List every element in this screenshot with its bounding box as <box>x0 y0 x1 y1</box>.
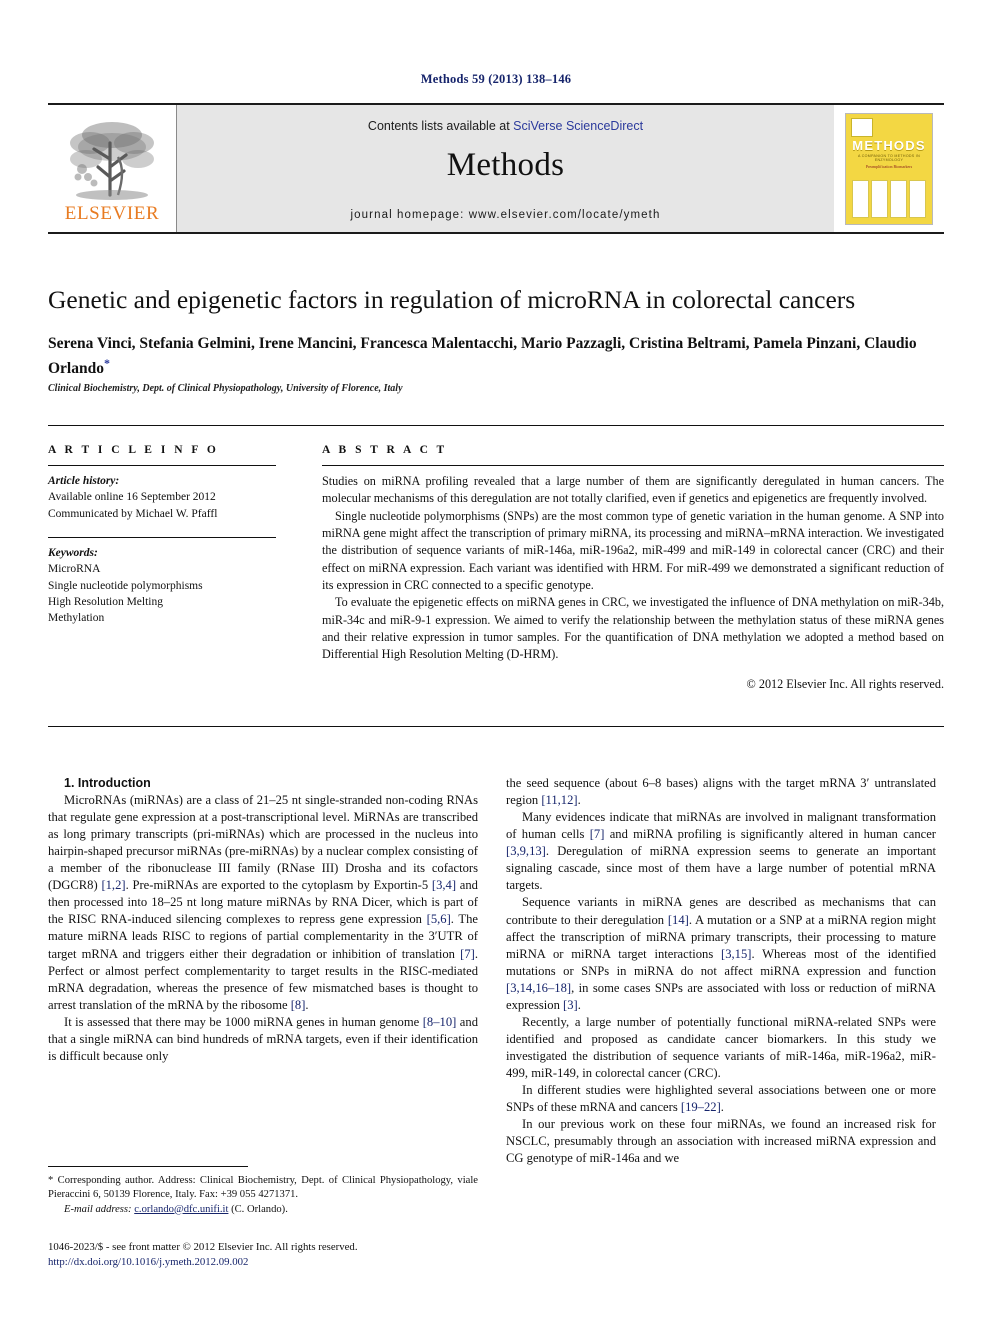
author-names: Serena Vinci, Stefania Gelmini, Irene Ma… <box>48 335 917 378</box>
body-paragraph: MicroRNAs (miRNAs) are a class of 21–25 … <box>48 792 478 1012</box>
keywords-label: Keywords: <box>48 546 98 559</box>
issn-block: 1046-2023/$ - see front matter © 2012 El… <box>48 1240 478 1270</box>
abstract-column: A B S T R A C T Studies on miRNA profili… <box>322 444 944 692</box>
article-history-line: Available online 16 September 2012 <box>48 491 216 504</box>
abstract-paragraph: Studies on miRNA profiling revealed that… <box>322 474 944 506</box>
citation-link[interactable]: [8–10] <box>423 1015 457 1029</box>
citation-link[interactable]: [3,9,13] <box>506 844 546 858</box>
journal-homepage[interactable]: journal homepage: www.elsevier.com/locat… <box>177 209 834 221</box>
footnote-divider <box>48 1166 248 1167</box>
cover-figure <box>909 179 926 218</box>
body-paragraph: Sequence variants in miRNA genes are des… <box>506 895 936 1012</box>
citation-link[interactable]: [5,6] <box>427 912 451 926</box>
article-info-heading: A R T I C L E I N F O <box>48 444 219 456</box>
body-paragraph: In different studies were highlighted se… <box>506 1083 936 1115</box>
citation-link[interactable]: [7] <box>590 827 605 841</box>
journal-title: Methods <box>446 147 565 183</box>
contents-prefix: Contents lists available at <box>367 119 514 133</box>
running-head: Methods 59 (2013) 138–146 <box>420 72 572 86</box>
cover-figure <box>890 179 907 218</box>
footnote-block: * Corresponding author. Address: Clinica… <box>48 1174 478 1217</box>
body-paragraph: the seed sequence (about 6–8 bases) alig… <box>506 776 936 808</box>
citation-link[interactable]: [3,15] <box>721 947 751 961</box>
body-paragraph: In our previous work on these four miRNA… <box>506 1117 936 1166</box>
divider-bottom <box>48 726 944 727</box>
divider <box>48 536 276 538</box>
masthead-center: Contents lists available at SciVerse Sci… <box>177 105 834 232</box>
cover-figure <box>871 179 888 218</box>
elsevier-wordmark: ELSEVIER <box>64 203 160 224</box>
citation-link[interactable]: [14] <box>668 913 689 927</box>
cover-issue-line: Preamplification Biomarkers <box>865 163 913 169</box>
keyword-item: High Resolution Melting <box>48 595 163 608</box>
abstract-heading: A B S T R A C T <box>322 444 448 456</box>
sciencedirect-link[interactable]: SciVerse ScienceDirect <box>513 119 643 133</box>
article-history-line: Communicated by Michael W. Pfaffl <box>48 507 218 520</box>
email-label: E-mail address: <box>64 1203 132 1215</box>
citation-link[interactable]: [1,2] <box>101 878 125 892</box>
body-paragraph: It is assessed that there may be 1000 mi… <box>48 1014 478 1063</box>
article-history-label: Article history: <box>48 475 120 487</box>
divider-top <box>48 425 944 426</box>
citation-link[interactable]: [19–22] <box>681 1100 721 1114</box>
email-suffix: (C. Orlando). <box>231 1203 288 1215</box>
abstract-paragraph: Single nucleotide polymorphisms (SNPs) a… <box>322 508 944 592</box>
cover-subtitle: A COMPANION TO METHODS IN ENZYMOLOGY <box>857 153 920 162</box>
citation-link[interactable]: [3] <box>563 998 578 1012</box>
issn-line: 1046-2023/$ - see front matter © 2012 El… <box>48 1241 358 1253</box>
abstract-text: Studies on miRNA profiling revealed that… <box>322 473 944 664</box>
body-paragraph: Many evidences indicate that miRNAs are … <box>506 810 936 893</box>
email-note: E-mail address: c.orlando@dfc.unifi.it (… <box>48 1203 478 1217</box>
keyword-item: MicroRNA <box>48 563 101 576</box>
affiliation: Clinical Biochemistry, Dept. of Clinical… <box>48 383 403 394</box>
citation-link[interactable]: [3,14,16–18] <box>506 981 571 995</box>
article-history: Article history: Available online 16 Sep… <box>48 473 276 522</box>
author-list: Serena Vinci, Stefania Gelmini, Irene Ma… <box>48 333 944 380</box>
cover-figure-strip <box>852 179 926 218</box>
journal-cover-thumbnail: METHODS A COMPANION TO METHODS IN ENZYMO… <box>845 112 933 225</box>
journal-cover-cell: METHODS A COMPANION TO METHODS IN ENZYMO… <box>834 105 944 232</box>
paper-page: Methods 59 (2013) 138–146 ELSEVIER Conte… <box>0 0 992 1323</box>
article-info-column: A R T I C L E I N F O Article history: A… <box>48 444 276 627</box>
corresponding-author-marker: * <box>103 356 110 370</box>
abstract-copyright: © 2012 Elsevier Inc. All rights reserved… <box>746 676 944 691</box>
citation-link[interactable]: [7] <box>460 947 475 961</box>
citation-link[interactable]: [11,12] <box>541 793 577 807</box>
divider <box>48 465 276 466</box>
publisher-logo-cell: ELSEVIER <box>48 105 177 232</box>
doi-link[interactable]: http://dx.doi.org/10.1016/j.ymeth.2012.0… <box>48 1256 248 1268</box>
body-paragraph: Recently, a large number of potentially … <box>506 1014 936 1081</box>
citation-link[interactable]: [8] <box>291 998 306 1012</box>
cover-publisher-mark <box>851 117 873 137</box>
cover-figure <box>852 179 869 218</box>
keyword-item: Methylation <box>48 612 105 625</box>
keywords-block: Keywords: MicroRNA Single nucleotide pol… <box>48 545 276 627</box>
section-heading-introduction: 1. Introduction <box>64 776 151 790</box>
contents-available-line: Contents lists available at SciVerse Sci… <box>177 119 834 133</box>
body-column-left: 1. Introduction MicroRNAs (miRNAs) are a… <box>48 775 478 1065</box>
email-link[interactable]: c.orlando@dfc.unifi.it <box>134 1204 228 1215</box>
corresponding-author-note: * Corresponding author. Address: Clinica… <box>48 1175 478 1201</box>
abstract-paragraph: To evaluate the epigenetic effects on mi… <box>322 595 944 662</box>
body-column-right: the seed sequence (about 6–8 bases) alig… <box>506 775 936 1167</box>
journal-masthead: ELSEVIER Contents lists available at Sci… <box>48 103 944 234</box>
citation-link[interactable]: [3,4] <box>432 878 456 892</box>
page-title: Genetic and epigenetic factors in regula… <box>48 285 856 314</box>
keyword-item: Single nucleotide polymorphisms <box>48 579 203 592</box>
divider <box>322 465 944 466</box>
cover-title: METHODS <box>852 137 926 153</box>
elsevier-tree-icon: ELSEVIER <box>60 113 164 227</box>
